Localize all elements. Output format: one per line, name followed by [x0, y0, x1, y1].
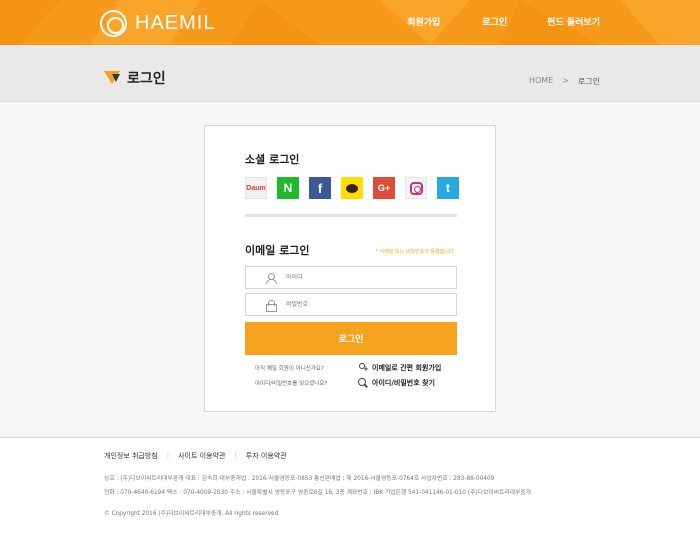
nav-login[interactable]: 로그인	[482, 15, 507, 28]
investment-terms-link[interactable]: 투자 이용약관	[246, 451, 287, 461]
find-account-label: 아이디/비밀번호 찾기	[372, 379, 435, 387]
login-card: 소셜 로그인 Daum N f G+ t 이메일 로그인 * 이메일 또는 비밀…	[204, 125, 496, 412]
copyright: © Copyright 2016 (주)디브이씨트리대부중개. All righ…	[104, 511, 279, 517]
id-input[interactable]	[286, 274, 446, 281]
breadcrumb: HOME > 로그인	[529, 76, 600, 87]
password-field[interactable]	[245, 293, 457, 316]
daum-icon[interactable]: Daum	[245, 177, 267, 199]
twitter-icon[interactable]: t	[437, 177, 459, 199]
page-subheader: 로그인 HOME > 로그인	[0, 45, 700, 102]
person-icon	[266, 273, 277, 284]
login-button[interactable]: 로그인	[245, 322, 457, 355]
logo-text: HAEMIL	[135, 11, 216, 34]
login-error-notice: * 이메일 또는 비밀번호가 틀렸습니다.	[375, 249, 455, 255]
find-account-row: 아이디/비밀번호를 잊으셨나요? 아이디/비밀번호 찾기	[245, 377, 457, 389]
nav-browse-funds[interactable]: 펀드 둘러보기	[547, 15, 600, 28]
page-title-text: 로그인	[127, 71, 166, 87]
logo-mark-icon	[100, 9, 127, 37]
title-triangle-icon	[104, 71, 120, 85]
footer-links: 개인정보 취급방침 | 사이트 이용약관 | 투자 이용약관	[104, 451, 287, 461]
main-nav: 회원가입 로그인 펀드 둘러보기	[407, 15, 600, 28]
lock-icon	[266, 300, 277, 312]
naver-icon[interactable]: N	[277, 177, 299, 199]
password-input[interactable]	[286, 301, 446, 308]
site-terms-link[interactable]: 사이트 이용약관	[178, 451, 225, 461]
top-header: HAEMIL 회원가입 로그인 펀드 둘러보기	[0, 0, 700, 45]
site-footer: 개인정보 취급방침 | 사이트 이용약관 | 투자 이용약관 상호 : (주)디…	[0, 437, 700, 535]
find-account-question: 아이디/비밀번호를 잊으셨나요?	[255, 381, 328, 387]
section-divider	[245, 214, 457, 217]
signup-question: 아직 해밀 회원이 아니신가요?	[255, 366, 324, 372]
company-info-line-1: 상호 : (주)디브이씨트리대부중개 대표 : 김숙희 대부중개업 : 2016…	[104, 476, 495, 482]
id-field[interactable]	[245, 266, 457, 289]
instagram-icon[interactable]	[405, 177, 427, 199]
breadcrumb-current: 로그인	[577, 77, 600, 86]
email-login-title: 이메일 로그인	[245, 244, 310, 257]
footer-link-separator: |	[166, 451, 170, 459]
social-login-buttons: Daum N f G+ t	[245, 177, 459, 199]
signup-help-row: 아직 해밀 회원이 아니신가요? 이메일로 간편 회원가입	[245, 362, 457, 374]
email-signup-link[interactable]: 이메일로 간편 회원가입	[358, 363, 441, 373]
breadcrumb-home[interactable]: HOME	[529, 76, 553, 87]
search-icon	[358, 378, 368, 388]
breadcrumb-separator: >	[562, 76, 569, 85]
social-login-title: 소셜 로그인	[245, 153, 300, 166]
facebook-icon[interactable]: f	[309, 177, 331, 199]
find-account-link[interactable]: 아이디/비밀번호 찾기	[358, 378, 435, 388]
haemil-logo[interactable]: HAEMIL	[100, 8, 215, 38]
user-plus-icon	[358, 363, 369, 373]
kakao-icon[interactable]	[341, 177, 363, 199]
privacy-policy-link[interactable]: 개인정보 취급방침	[104, 451, 158, 461]
footer-link-separator: |	[234, 451, 237, 459]
email-signup-label: 이메일로 간편 회원가입	[372, 364, 442, 372]
page-title: 로그인	[104, 68, 166, 88]
google-plus-icon[interactable]: G+	[373, 177, 395, 199]
company-info-line-2: 전화 : 070-4640-6194 팩스 : 070-4009-2030 주소…	[104, 490, 531, 496]
nav-signup[interactable]: 회원가입	[407, 15, 440, 28]
